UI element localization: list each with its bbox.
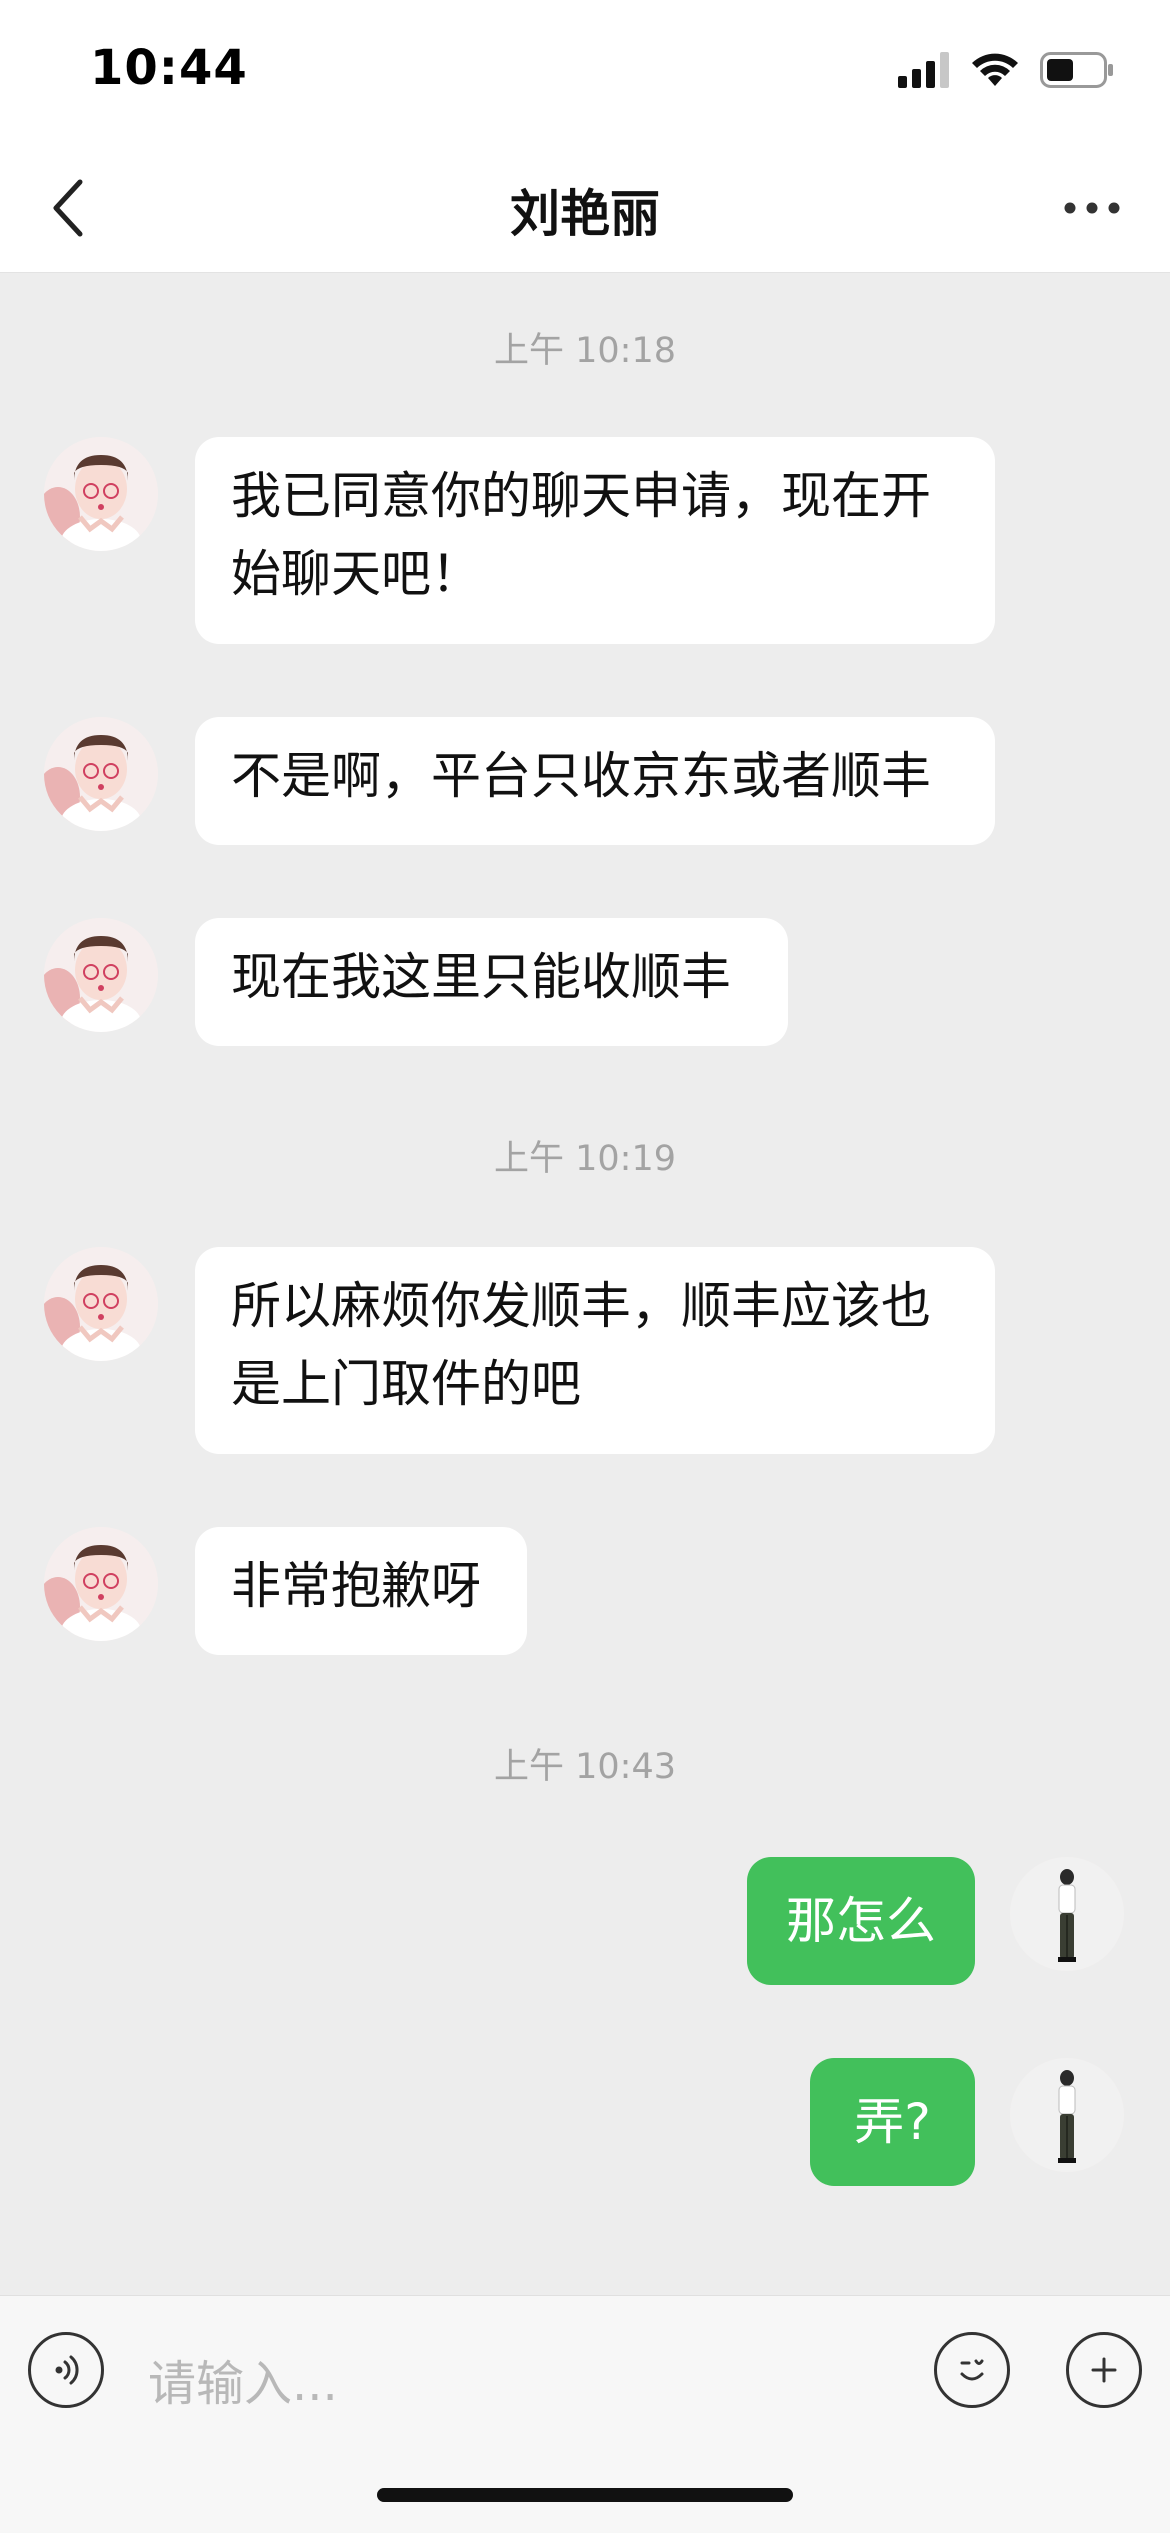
voice-button[interactable] [28,2332,104,2408]
outgoing-message[interactable]: 弄? [810,2058,975,2186]
incoming-message[interactable]: 现在我这里只能收顺丰 [195,918,788,1046]
status-icons [898,52,1114,88]
battery-icon [1040,52,1113,88]
incoming-message[interactable]: 所以麻烦你发顺丰，顺丰应该也 是上门取件的吧 [195,1247,995,1454]
user-avatar-image [1010,2058,1124,2172]
wifi-icon [972,53,1018,86]
contact-avatar[interactable] [44,1247,158,1361]
status-time: 10:44 [90,40,248,96]
emoji-button[interactable] [934,2332,1010,2408]
message-line: 我已同意你的聊天申请，现在开 [231,467,931,525]
contact-avatar[interactable] [44,918,158,1032]
home-indicator[interactable] [377,2488,793,2502]
message-line: 是上门取件的吧 [231,1355,581,1413]
contact-avatar[interactable] [44,437,158,551]
timestamp: 上午 10:19 [494,1139,676,1179]
plus-button[interactable] [1066,2332,1142,2408]
status-bar: 10:44 [0,0,1170,140]
message-line: 始聊天吧！ [231,545,481,603]
message-line: 所以麻烦你发顺丰，顺丰应该也 [231,1277,931,1335]
outgoing-message[interactable]: 那怎么 [747,1857,975,1985]
incoming-message[interactable]: 不是啊，平台只收京东或者顺丰 [195,717,995,845]
user-avatar-image [1010,1857,1124,1971]
more-button[interactable] [1042,168,1142,248]
contact-avatar[interactable] [44,717,158,831]
contact-avatar-image [44,1527,158,1641]
chat-header: 刘艳丽 [0,140,1170,273]
contact-avatar[interactable] [44,1527,158,1641]
message-line: 不是啊，平台只收京东或者顺丰 [231,747,931,805]
incoming-message[interactable]: 非常抱歉呀 [195,1527,527,1655]
timestamp: 上午 10:43 [494,1747,676,1787]
user-avatar[interactable] [1010,1857,1124,1971]
timestamp: 上午 10:18 [494,331,676,371]
message-line: 现在我这里只能收顺丰 [231,948,731,1006]
voice-icon [55,2355,79,2385]
message-input[interactable]: 请输入... [148,2344,338,2414]
incoming-message[interactable]: 我已同意你的聊天申请，现在开 始聊天吧！ [195,437,995,644]
contact-avatar-image [44,717,158,831]
user-avatar[interactable] [1010,2058,1124,2172]
contact-avatar-image [44,1247,158,1361]
more-icon [1064,202,1120,214]
plus-icon [1091,2357,1117,2383]
emoji-icon [960,2359,984,2381]
contact-avatar-image [44,437,158,551]
contact-avatar-image [44,918,158,1032]
message-line: 非常抱歉呀 [231,1557,481,1615]
contact-name: 刘艳丽 [510,185,660,243]
signal-icon [898,52,949,88]
